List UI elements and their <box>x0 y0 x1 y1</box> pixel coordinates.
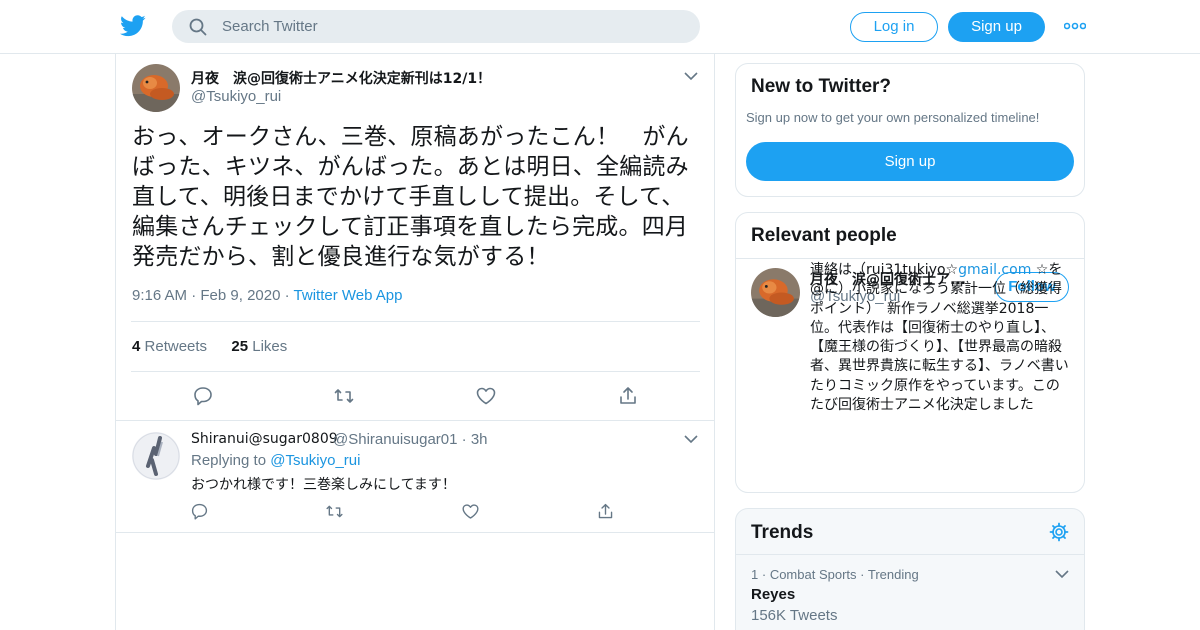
more-options-icon[interactable] <box>1064 19 1086 33</box>
search-icon <box>189 18 207 36</box>
trend-meta: 1 · Combat Sports · Trending <box>751 567 919 582</box>
replying-to: Replying to @Tsukiyo_rui <box>191 452 360 469</box>
trends-card: Trends 1 · Combat Sports · Trending Reye… <box>735 508 1085 630</box>
trend-category: Combat Sports <box>769 567 857 582</box>
chevron-down-icon[interactable] <box>684 71 698 81</box>
like-icon[interactable] <box>461 502 480 521</box>
relevant-people-card: Relevant people 月夜 涙@回復術士ア... @Tsukiyo_r… <box>735 212 1085 493</box>
tweet-author-name[interactable]: 月夜 涙@回復術士アニメ化決定新刊は12/1！ <box>191 68 491 88</box>
tweet-text: おっ、オークさん、三巻、原稿あがったこん！ がんばった、キツネ、がんばった。あと… <box>132 124 689 270</box>
tweet-author-handle[interactable]: @Tsukiyo_rui <box>191 88 281 105</box>
reply-meta: @Shiranuisugar01 · 3h <box>333 431 488 448</box>
replying-prefix: Replying to <box>191 452 267 469</box>
divider <box>131 321 700 322</box>
replying-to-link[interactable]: @Tsukiyo_rui <box>270 452 360 469</box>
card-title: New to Twitter? <box>751 76 892 97</box>
bio-text: ☆を@に）小説家になろう累計一位（総獲得ポイント） 新作ラノベ総選挙2018一位… <box>810 262 1069 414</box>
divider <box>736 258 1084 259</box>
tweet-date[interactable]: Feb 9, 2020 <box>200 287 280 304</box>
trend-rank: 1 <box>751 567 759 582</box>
separator-dot: · <box>191 287 201 304</box>
chevron-down-icon[interactable] <box>1055 569 1069 579</box>
reply-author-handle[interactable]: @Shiranuisugar01 <box>333 431 457 448</box>
divider <box>116 420 714 421</box>
tweet-source-link[interactable]: Twitter Web App <box>294 287 403 304</box>
reply-icon[interactable] <box>192 385 214 407</box>
reply-time[interactable]: 3h <box>471 431 488 448</box>
timeline: 月夜 涙@回復術士アニメ化決定新刊は12/1！ @Tsukiyo_rui おっ、… <box>115 54 715 630</box>
card-subtitle: Sign up now to get your own personalized… <box>746 110 1040 125</box>
avatar[interactable] <box>132 64 180 112</box>
fox-avatar-image <box>132 64 180 112</box>
card-title: Relevant people <box>751 225 897 246</box>
retweets-stat[interactable]: 4 Retweets <box>132 338 207 355</box>
chain-avatar-image <box>132 432 180 480</box>
reply-icon[interactable] <box>190 502 209 521</box>
separator-dot: · <box>761 567 770 582</box>
tweet-time[interactable]: 9:16 AM <box>132 287 187 304</box>
fox-avatar-image <box>751 268 800 317</box>
avatar[interactable] <box>132 432 180 480</box>
divider <box>736 554 1084 555</box>
retweet-icon[interactable] <box>333 385 355 407</box>
likes-label: Likes <box>252 338 288 355</box>
divider <box>116 532 714 533</box>
tweet-meta: 9:16 AM · Feb 9, 2020 · Twitter Web App <box>132 287 402 304</box>
separator-dot: · <box>461 431 471 448</box>
avatar[interactable] <box>751 268 800 317</box>
new-to-twitter-card: New to Twitter? Sign up now to get your … <box>735 63 1085 197</box>
share-icon[interactable] <box>596 502 615 521</box>
signup-button[interactable]: Sign up <box>948 12 1045 42</box>
separator-dot: · <box>284 287 294 304</box>
share-icon[interactable] <box>617 385 639 407</box>
retweets-count: 4 <box>132 338 141 355</box>
login-button[interactable]: Log in <box>850 12 938 42</box>
bio-text: 連絡は（rui31tukiyo☆ <box>810 262 959 278</box>
signup-button[interactable]: Sign up <box>746 142 1074 181</box>
trend-name: Reyes <box>751 586 796 603</box>
reply-text: おつかれ様です！三巻楽しみにしてます！ <box>191 477 456 493</box>
divider <box>131 371 700 372</box>
bio-link[interactable]: gmail.com <box>958 262 1031 278</box>
trend-count: 156K Tweets <box>751 607 838 624</box>
likes-stat[interactable]: 25 Likes <box>231 338 287 355</box>
chevron-down-icon[interactable] <box>684 434 698 444</box>
search-input[interactable] <box>222 16 682 37</box>
trend-status: Trending <box>867 567 919 582</box>
tweet-stats: 4 Retweets 25 Likes <box>132 338 287 355</box>
likes-count: 25 <box>231 338 249 355</box>
separator-dot: · <box>860 567 868 582</box>
retweet-icon[interactable] <box>325 502 344 521</box>
reply-author-name[interactable]: Shiranui@sugar0809 <box>191 431 338 447</box>
card-title: Trends <box>751 522 814 543</box>
twitter-bird-icon[interactable] <box>120 14 146 38</box>
person-bio: 連絡は（rui31tukiyo☆gmail.com ☆を@に）小説家になろう累計… <box>810 261 1072 415</box>
retweets-label: Retweets <box>144 338 208 355</box>
search-box[interactable] <box>172 10 700 43</box>
like-icon[interactable] <box>475 385 497 407</box>
gear-icon[interactable] <box>1049 522 1069 542</box>
top-bar: Log in Sign up <box>0 0 1200 54</box>
